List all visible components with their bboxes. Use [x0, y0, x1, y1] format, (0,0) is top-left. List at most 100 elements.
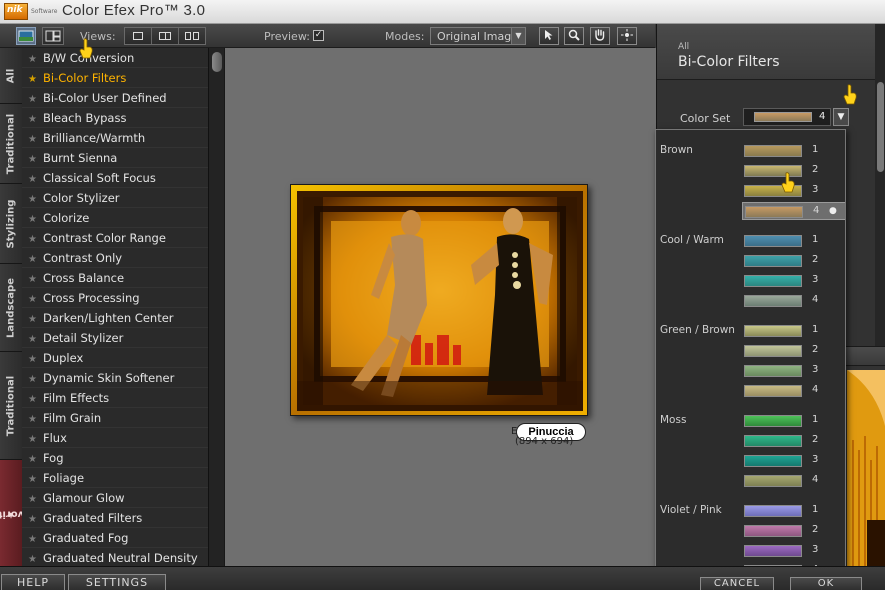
favorite-star-icon[interactable]: ★ — [28, 94, 37, 105]
color-set-option[interactable]: 2 — [742, 342, 845, 360]
tab-traditional[interactable]: Traditional — [0, 104, 22, 184]
color-set-dropdown-button[interactable]: ▼ — [833, 108, 849, 126]
favorite-star-icon[interactable]: ★ — [28, 74, 37, 85]
favorite-star-icon[interactable]: ★ — [28, 454, 37, 465]
filter-item[interactable]: ★ Color Stylizer — [22, 188, 208, 208]
ok-button[interactable]: OK — [790, 577, 862, 590]
color-set-option[interactable]: 2 — [742, 522, 845, 540]
arrow-tool-button[interactable] — [539, 27, 559, 45]
view-side-right-icon[interactable] — [193, 32, 199, 40]
favorite-star-icon[interactable]: ★ — [28, 414, 37, 425]
color-set-option[interactable]: 1 — [742, 322, 845, 340]
filter-item[interactable]: ★ Graduated Fog — [22, 528, 208, 548]
color-set-option[interactable]: 1 — [742, 412, 845, 430]
favorite-star-icon[interactable]: ★ — [28, 534, 37, 545]
filter-item[interactable]: ★ Burnt Sienna — [22, 148, 208, 168]
color-group-label: Moss — [660, 414, 687, 426]
filter-item[interactable]: ★ Film Effects — [22, 388, 208, 408]
single-view-button[interactable] — [16, 27, 36, 45]
favorite-star-icon[interactable]: ★ — [28, 494, 37, 505]
favorite-star-icon[interactable]: ★ — [28, 134, 37, 145]
option-number: 1 — [812, 504, 819, 515]
filter-item[interactable]: ★ Graduated Filters — [22, 508, 208, 528]
view-single-icon[interactable] — [133, 32, 143, 40]
favorite-star-icon[interactable]: ★ — [28, 374, 37, 385]
favorite-star-icon[interactable]: ★ — [28, 554, 37, 565]
view-side-left-icon[interactable] — [185, 32, 191, 40]
color-set-option[interactable]: 1 — [742, 142, 845, 160]
color-set-option[interactable]: 3 — [742, 272, 845, 290]
hand-tool-button[interactable] — [590, 27, 610, 45]
color-set-option[interactable]: 4 — [742, 472, 845, 490]
color-set-option[interactable]: 2 — [742, 252, 845, 270]
scroll-thumb[interactable] — [877, 82, 884, 172]
favorite-star-icon[interactable]: ★ — [28, 114, 37, 125]
color-set-option[interactable]: 1 — [742, 232, 845, 250]
filter-item[interactable]: ★ Classical Soft Focus — [22, 168, 208, 188]
help-button[interactable]: HELP — [1, 574, 65, 590]
preview-checkbox[interactable]: ✓ — [313, 30, 324, 41]
filter-item[interactable]: ★ Colorize — [22, 208, 208, 228]
filter-item[interactable]: ★ Detail Stylizer — [22, 328, 208, 348]
chevron-down-icon: ▼ — [837, 112, 845, 122]
favorite-star-icon[interactable]: ★ — [28, 314, 37, 325]
filter-item[interactable]: ★ Film Grain — [22, 408, 208, 428]
tab-favorites[interactable]: ★Favorites — [0, 460, 37, 568]
favorite-star-icon[interactable]: ★ — [28, 254, 37, 265]
tab-landscape[interactable]: Landscape — [0, 264, 22, 352]
filter-item[interactable]: ★ Bleach Bypass — [22, 108, 208, 128]
tab-stylizing[interactable]: Stylizing — [0, 184, 22, 264]
color-swatch — [744, 255, 802, 267]
filter-item[interactable]: ★ Flux — [22, 428, 208, 448]
filter-item[interactable]: ★ Brilliance/Warmth — [22, 128, 208, 148]
favorite-star-icon[interactable]: ★ — [28, 174, 37, 185]
filter-item[interactable]: ★ Bi-Color User Defined — [22, 88, 208, 108]
filter-item[interactable]: ★ Duplex — [22, 348, 208, 368]
favorite-star-icon[interactable]: ★ — [28, 514, 37, 525]
tab-all[interactable]: All — [0, 48, 22, 104]
color-set-option[interactable]: 3 — [742, 452, 845, 470]
filter-item[interactable]: ★ Contrast Color Range — [22, 228, 208, 248]
color-set-option[interactable]: 2 — [742, 432, 845, 450]
filter-item[interactable]: ★ B/W Conversion — [22, 48, 208, 68]
favorite-star-icon[interactable]: ★ — [28, 334, 37, 345]
filter-item[interactable]: ★ Bi-Color Filters — [22, 68, 208, 88]
filter-item[interactable]: ★ Graduated Neutral Density — [22, 548, 208, 568]
favorite-star-icon[interactable]: ★ — [28, 194, 37, 205]
filter-list-scrollbar[interactable] — [208, 48, 224, 568]
tab-traditional-2[interactable]: Traditional — [0, 352, 22, 460]
filter-item[interactable]: ★ Fog — [22, 448, 208, 468]
filter-item[interactable]: ★ Darken/Lighten Center — [22, 308, 208, 328]
favorite-star-icon[interactable]: ★ — [28, 394, 37, 405]
color-set-option[interactable]: 4 — [742, 292, 845, 310]
favorite-star-icon[interactable]: ★ — [28, 234, 37, 245]
color-set-option[interactable]: 1 — [742, 502, 845, 520]
filter-item[interactable]: ★ Foliage — [22, 468, 208, 488]
filter-item[interactable]: ★ Cross Processing — [22, 288, 208, 308]
favorite-star-icon[interactable]: ★ — [28, 434, 37, 445]
favorite-star-icon[interactable]: ★ — [28, 214, 37, 225]
zoom-tool-button[interactable] — [564, 27, 584, 45]
loupe-tool-button[interactable] — [617, 27, 637, 45]
color-set-option[interactable]: 4 — [742, 382, 845, 400]
color-set-option[interactable]: 3 — [742, 542, 845, 560]
split-preview-button[interactable] — [42, 27, 64, 45]
cancel-button[interactable]: CANCEL — [700, 577, 774, 590]
favorite-star-icon[interactable]: ★ — [28, 54, 37, 65]
color-set-option[interactable]: 4 ● — [742, 202, 845, 220]
filter-item[interactable]: ★ Glamour Glow — [22, 488, 208, 508]
color-set-select[interactable]: 4 — [743, 108, 831, 126]
favorite-star-icon[interactable]: ★ — [28, 474, 37, 485]
filter-item[interactable]: ★ Contrast Only — [22, 248, 208, 268]
favorite-star-icon[interactable]: ★ — [28, 294, 37, 305]
settings-button[interactable]: SETTINGS — [68, 574, 166, 590]
modes-dropdown[interactable]: Original Image ▼ — [430, 27, 526, 45]
favorite-star-icon[interactable]: ★ — [28, 354, 37, 365]
color-set-option[interactable]: 3 — [742, 362, 845, 380]
scroll-thumb[interactable] — [212, 52, 222, 72]
filter-item[interactable]: ★ Cross Balance — [22, 268, 208, 288]
filter-item[interactable]: ★ Dynamic Skin Softener — [22, 368, 208, 388]
favorite-star-icon[interactable]: ★ — [28, 154, 37, 165]
favorite-star-icon[interactable]: ★ — [28, 274, 37, 285]
panel-scrollbar[interactable] — [875, 24, 885, 354]
